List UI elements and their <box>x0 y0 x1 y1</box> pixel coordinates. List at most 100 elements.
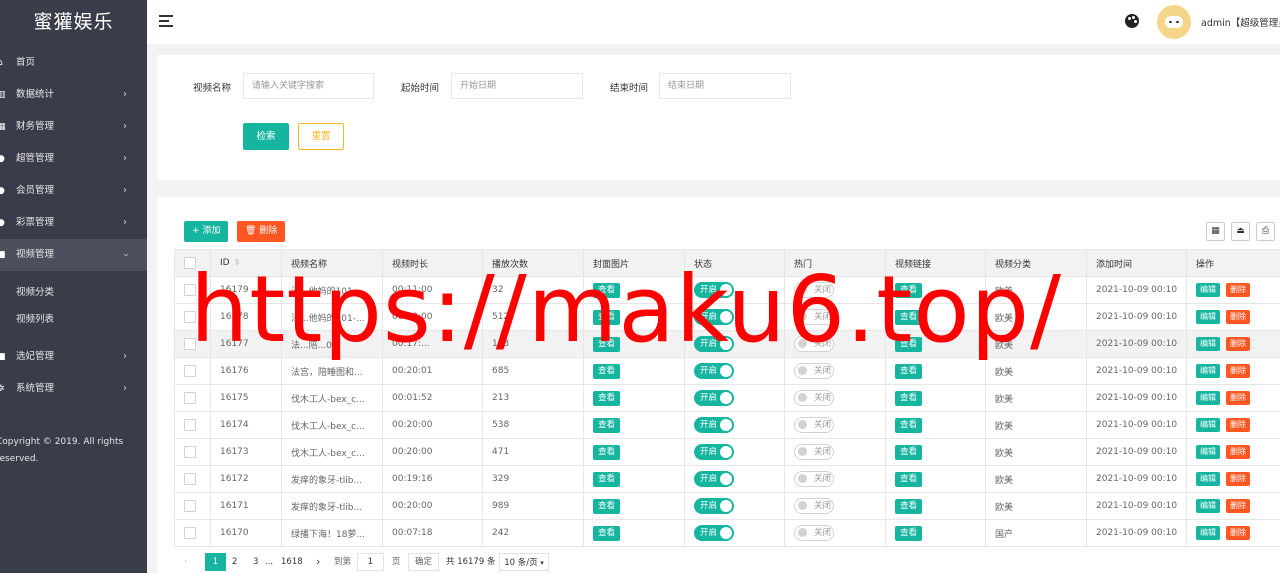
print-icon[interactable]: ⎙ <box>1256 222 1275 241</box>
sort-icon[interactable]: ⇕ <box>234 258 241 267</box>
row-delete-button[interactable]: 删除 <box>1226 391 1250 405</box>
hot-toggle[interactable]: 关闭 <box>794 309 834 325</box>
next-page-icon[interactable]: › <box>316 553 320 571</box>
status-toggle[interactable]: 开启 <box>694 444 734 460</box>
page-1[interactable]: 1 <box>205 553 226 571</box>
table-row[interactable]: 16176 法宫，陪睡图和... 00:20:01 685 查看 开启 关闭 查看 欧美 2021… <box>174 357 1280 385</box>
status-toggle[interactable]: 开启 <box>694 471 734 487</box>
export-icon[interactable]: ⏏ <box>1231 222 1250 241</box>
edit-button[interactable]: 编辑 <box>1196 337 1220 351</box>
search-button[interactable]: 检索 <box>243 123 289 150</box>
hot-toggle[interactable]: 关闭 <box>794 525 834 541</box>
view-link-button[interactable]: 查看 <box>895 336 923 352</box>
hot-toggle[interactable]: 关闭 <box>794 498 834 514</box>
view-cover-button[interactable]: 查看 <box>593 390 621 406</box>
row-delete-button[interactable]: 删除 <box>1226 310 1250 324</box>
column-header-id[interactable]: ID ⇕ <box>210 249 282 277</box>
row-checkbox[interactable] <box>174 492 211 520</box>
edit-button[interactable]: 编辑 <box>1196 472 1220 486</box>
select-all-checkbox[interactable] <box>174 249 211 277</box>
sidebar-item-admins[interactable]: ● 超管管理 › <box>0 143 147 175</box>
page-2[interactable]: 2 <box>232 553 237 571</box>
sidebar-item-video[interactable]: ■ 视频管理 › <box>0 239 147 271</box>
edit-button[interactable]: 编辑 <box>1196 283 1220 297</box>
row-checkbox[interactable] <box>174 330 211 358</box>
page-3[interactable]: 3 <box>253 553 258 571</box>
sidebar-subitem-video-category[interactable]: 视频分类 <box>0 279 147 306</box>
table-row[interactable]: 16178 法...他妈的101-... 00:20:00 512 查看 开启 关闭 查看 欧美… <box>174 303 1280 331</box>
edit-button[interactable]: 编辑 <box>1196 445 1220 459</box>
view-cover-button[interactable]: 查看 <box>593 525 621 541</box>
row-checkbox[interactable] <box>174 357 211 385</box>
hot-toggle[interactable]: 关闭 <box>794 282 834 298</box>
goto-page-input[interactable]: 1 <box>357 553 384 571</box>
edit-button[interactable]: 编辑 <box>1196 364 1220 378</box>
hot-toggle[interactable]: 关闭 <box>794 471 834 487</box>
table-row[interactable]: 16179 法...他妈的101-... 00:11:00 32 查看 开启 关闭 查看 欧美 2… <box>174 276 1280 304</box>
status-toggle[interactable]: 开启 <box>694 309 734 325</box>
sidebar-item-system[interactable]: ✲ 系统管理 › <box>0 373 147 405</box>
view-cover-button[interactable]: 查看 <box>593 309 621 325</box>
row-checkbox[interactable] <box>174 465 211 493</box>
sidebar-item-lottery[interactable]: ● 彩票管理 › <box>0 207 147 239</box>
columns-icon[interactable]: ▦ <box>1206 222 1225 241</box>
view-cover-button[interactable]: 查看 <box>593 498 621 514</box>
status-toggle[interactable]: 开启 <box>694 282 734 298</box>
table-row[interactable]: 16177 法...陪...0... 00:17:... 143 查看 开启 关闭 查看 欧美 2… <box>174 330 1280 358</box>
row-checkbox[interactable] <box>174 519 211 547</box>
user-name[interactable]: admin【超级管理员】 <box>1201 15 1280 29</box>
edit-button[interactable]: 编辑 <box>1196 526 1220 540</box>
goto-confirm-button[interactable]: 确定 <box>408 553 439 571</box>
table-row[interactable]: 16175 伐木工人-bex_c... 00:01:52 213 查看 开启 关闭 查看 欧美 2… <box>174 384 1280 412</box>
row-delete-button[interactable]: 删除 <box>1226 364 1250 378</box>
hot-toggle[interactable]: 关闭 <box>794 417 834 433</box>
view-link-button[interactable]: 查看 <box>895 525 923 541</box>
start-date-input[interactable]: 开始日期 <box>451 73 583 99</box>
hot-toggle[interactable]: 关闭 <box>794 390 834 406</box>
row-delete-button[interactable]: 删除 <box>1226 526 1250 540</box>
view-cover-button[interactable]: 查看 <box>593 471 621 487</box>
status-toggle[interactable]: 开启 <box>694 336 734 352</box>
row-delete-button[interactable]: 删除 <box>1226 418 1250 432</box>
table-row[interactable]: 16173 伐木工人-bex_c... 00:20:00 471 查看 开启 关闭 查看 欧美 2… <box>174 438 1280 466</box>
page-last[interactable]: 1618 <box>281 553 303 571</box>
delete-button[interactable]: 🗑 删除 <box>237 221 286 242</box>
hot-toggle[interactable]: 关闭 <box>794 363 834 379</box>
menu-toggle-icon[interactable] <box>159 15 173 27</box>
prev-page-icon[interactable]: ‹ <box>184 553 198 571</box>
row-checkbox[interactable] <box>174 303 211 331</box>
row-checkbox[interactable] <box>174 384 211 412</box>
edit-button[interactable]: 编辑 <box>1196 391 1220 405</box>
view-link-button[interactable]: 查看 <box>895 417 923 433</box>
edit-button[interactable]: 编辑 <box>1196 310 1220 324</box>
row-delete-button[interactable]: 删除 <box>1226 472 1250 486</box>
row-delete-button[interactable]: 删除 <box>1226 445 1250 459</box>
hot-toggle[interactable]: 关闭 <box>794 336 834 352</box>
view-link-button[interactable]: 查看 <box>895 309 923 325</box>
table-row[interactable]: 16174 伐木工人-bex_c... 00:20:00 538 查看 开启 关闭 查看 欧美 2… <box>174 411 1280 439</box>
edit-button[interactable]: 编辑 <box>1196 418 1220 432</box>
view-cover-button[interactable]: 查看 <box>593 444 621 460</box>
view-cover-button[interactable]: 查看 <box>593 417 621 433</box>
status-toggle[interactable]: 开启 <box>694 498 734 514</box>
row-delete-button[interactable]: 删除 <box>1226 499 1250 513</box>
status-toggle[interactable]: 开启 <box>694 525 734 541</box>
table-row[interactable]: 16172 发痒的象牙-tlib... 00:19:16 329 查看 开启 关闭 查看 欧美 2… <box>174 465 1280 493</box>
avatar[interactable] <box>1157 5 1191 39</box>
sidebar-item-finance[interactable]: ▦ 财务管理 › <box>0 111 147 143</box>
row-checkbox[interactable] <box>174 438 211 466</box>
video-name-input[interactable]: 请输入关键字搜索 <box>243 73 374 99</box>
view-link-button[interactable]: 查看 <box>895 498 923 514</box>
view-link-button[interactable]: 查看 <box>895 282 923 298</box>
table-row[interactable]: 16171 发痒的象牙-tlib... 00:20:00 989 查看 开启 关闭 查看 欧美 2… <box>174 492 1280 520</box>
view-link-button[interactable]: 查看 <box>895 471 923 487</box>
status-toggle[interactable]: 开启 <box>694 417 734 433</box>
sidebar-item-home[interactable]: ⌂ 首页 <box>0 47 147 79</box>
view-cover-button[interactable]: 查看 <box>593 336 621 352</box>
view-cover-button[interactable]: 查看 <box>593 282 621 298</box>
end-date-input[interactable]: 结束日期 <box>659 73 791 99</box>
sidebar-subitem-video-list[interactable]: 视频列表 <box>0 306 147 333</box>
app-logo[interactable]: 蜜獾娱乐 <box>0 0 147 44</box>
row-checkbox[interactable] <box>174 276 211 304</box>
edit-button[interactable]: 编辑 <box>1196 499 1220 513</box>
